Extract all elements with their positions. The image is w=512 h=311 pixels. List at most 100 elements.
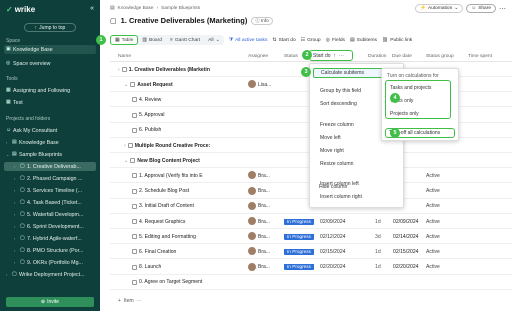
more-options-icon[interactable]: ⋯ <box>499 5 506 13</box>
space-overview-item[interactable]: ◎ Space overview <box>4 59 96 68</box>
due-date-cell[interactable]: 02/15/2024 <box>393 249 419 255</box>
chevron-right-icon[interactable]: › <box>14 236 18 241</box>
status-cell[interactable]: In Progress <box>284 264 314 271</box>
chevron-right-icon[interactable]: › <box>14 224 18 229</box>
tools-section-label[interactable]: Tools <box>6 76 18 82</box>
due-date-cell[interactable]: 02/14/2024 <box>393 234 419 240</box>
sort-descending-item[interactable]: Sort descending <box>320 101 357 107</box>
chevron-right-icon[interactable]: › <box>14 212 18 217</box>
insert-right-item[interactable]: Insert column right <box>320 194 362 200</box>
table-row[interactable]: 5. Editing and Formatting Bra... In Progre… <box>110 229 512 245</box>
avatar[interactable] <box>248 201 256 210</box>
start-date-cell[interactable]: 02/09/2024 <box>320 219 346 225</box>
tool-item-assigning[interactable]: ▦ Assigning and Following <box>4 86 96 95</box>
row-name-cell[interactable]: 6. Publish <box>118 127 236 133</box>
avatar[interactable] <box>248 217 256 225</box>
sidebar-item-services-timeline[interactable]: › ▢ 3. Services Timeline (... <box>4 186 96 195</box>
move-left-item[interactable]: Move left <box>320 135 341 141</box>
row-name-cell[interactable]: 8. Launch <box>118 264 236 270</box>
col-name[interactable]: Name <box>118 54 131 59</box>
projects-only-option[interactable]: Projects only <box>390 111 419 117</box>
sidebar-item-creative-deliverables[interactable]: › ▢ 1. Creative Deliverab... <box>4 162 96 171</box>
status-group-cell[interactable]: Active <box>426 264 440 270</box>
status-cell[interactable]: In Progress <box>284 248 314 255</box>
table-row[interactable]: 8. Launch Bra... In Progress 02/20/2024 1d 02… <box>110 260 512 275</box>
sidebar-item-ask-consultant[interactable]: ☺ Ask My Consultant <box>4 126 96 135</box>
chevron-right-icon[interactable]: › <box>118 67 120 73</box>
chevron-right-icon[interactable]: › <box>14 248 18 253</box>
hide-column-item[interactable]: Hide column <box>319 184 347 190</box>
avatar[interactable] <box>248 171 256 180</box>
tab-board[interactable]: ▥ Board <box>138 35 166 45</box>
add-item-row[interactable]: + Item ⋯ <box>118 298 142 304</box>
invite-button[interactable]: ⊕ Invite <box>6 297 94 307</box>
start-date-cell[interactable]: 02/20/2024 <box>320 264 346 270</box>
breadcrumb-item[interactable]: Knowledge Base <box>118 6 154 11</box>
table-row[interactable]: 0. Agree on Target Segment <box>110 275 512 290</box>
col-start-do-header[interactable]: Start do ↑ ⋯ <box>309 50 353 61</box>
status-cell[interactable]: In Progress <box>284 218 314 225</box>
chevron-right-icon[interactable]: › <box>6 272 10 277</box>
chevron-down-icon[interactable]: ⌄ <box>6 152 10 157</box>
sidebar-item-sample-blueprints[interactable]: ⌄ ▤ Sample Blueprints <box>4 150 96 159</box>
col-due-date[interactable]: Due date <box>392 54 412 59</box>
col-assignee[interactable]: Assignee <box>248 54 268 59</box>
chevron-down-icon[interactable]: ⌄ <box>124 158 128 164</box>
chevron-right-icon[interactable]: › <box>14 164 18 169</box>
sort-button[interactable]: ⇅ Start do <box>272 37 295 44</box>
sidebar-item-pmo[interactable]: › ▢ 8. PMO Structure (Por... <box>4 246 96 255</box>
sidebar-item-knowledge-base[interactable]: › ▤ Knowledge Base <box>4 138 96 147</box>
col-status[interactable]: Status <box>284 54 298 59</box>
automation-button[interactable]: ⚡ Automation ⌄ <box>415 4 464 13</box>
group-button[interactable]: ☷ Group <box>301 37 321 44</box>
duration-cell[interactable]: 1d <box>375 264 381 270</box>
resize-column-item[interactable]: Resize column <box>320 161 353 167</box>
start-date-cell[interactable]: 02/15/2024 <box>320 249 346 255</box>
avatar[interactable] <box>248 232 256 241</box>
row-name-cell[interactable]: 0. Agree on Target Segment <box>118 279 236 285</box>
jump-to-top-button[interactable]: ↑ Jump to top <box>24 23 76 32</box>
row-name-cell[interactable]: › 1. Creative Deliverables (Marketin <box>118 67 236 73</box>
status-group-cell[interactable]: Active <box>426 234 440 240</box>
move-right-item[interactable]: Move right <box>320 148 344 154</box>
row-name-cell[interactable]: 1. Approval (Verify fits into E <box>118 173 236 179</box>
wrike-logo[interactable]: ✓ wrike <box>6 5 35 14</box>
status-group-cell[interactable]: Active <box>426 203 440 209</box>
row-name-cell[interactable]: 4. Review <box>118 97 236 103</box>
status-group-cell[interactable]: Active <box>426 173 440 179</box>
all-views-dropdown[interactable]: All ⌄ <box>204 35 224 45</box>
tab-gantt[interactable]: ≡ Gantt Chart <box>166 35 204 45</box>
tool-item-test[interactable]: ▦ Test <box>4 98 96 107</box>
more-options-icon[interactable]: ⋯ <box>339 53 344 59</box>
table-row[interactable]: 6. Final Creation Bra... In Progress 02/15/… <box>110 244 512 260</box>
avatar[interactable] <box>248 80 256 89</box>
collapse-sidebar-icon[interactable]: « <box>90 5 94 12</box>
chevron-right-icon[interactable]: › <box>14 200 18 205</box>
sidebar-item-sprint[interactable]: › ▢ 6. Sprint Development... <box>4 222 96 231</box>
sidebar-item-phased-campaign[interactable]: › ▢ 2. Phased Campaign ... <box>4 174 96 183</box>
avatar[interactable] <box>248 247 256 256</box>
duration-cell[interactable]: 1d <box>375 219 381 225</box>
col-duration[interactable]: Duration <box>368 54 387 59</box>
status-group-cell[interactable]: Active <box>426 188 440 194</box>
due-date-cell[interactable]: 02/20/2024 <box>393 264 419 270</box>
sidebar-item-hybrid[interactable]: › ▢ 7. Hybrid Agile-waterf... <box>4 234 96 243</box>
status-cell[interactable]: In Progress <box>284 233 314 240</box>
row-name-cell[interactable]: 6. Final Creation <box>118 249 236 255</box>
duration-cell[interactable]: 3d <box>375 234 381 240</box>
page-title[interactable]: 1. Creative Deliverables (Marketing) <box>121 16 248 25</box>
table-row[interactable]: 4. Request Graphics Bra... In Progress 02/0… <box>110 214 512 229</box>
due-date-cell[interactable]: 02/09/2024 <box>393 219 419 225</box>
row-name-cell[interactable]: 3. Initial Draft of Content <box>118 203 236 209</box>
sidebar-item-task-based[interactable]: › ▢ 4. Task Based (Ticket... <box>4 198 96 207</box>
breadcrumb-item[interactable]: Sample Blueprints <box>161 6 200 11</box>
chevron-right-icon[interactable]: › <box>124 143 126 149</box>
tab-table[interactable]: ▦ Table <box>110 35 139 45</box>
space-knowledge-base[interactable]: ▣ Knowledge Base <box>4 45 96 54</box>
sidebar-item-deployment[interactable]: › ▢ Wrike Deployment Project... <box>4 270 96 279</box>
col-status-group[interactable]: Status group <box>426 54 454 59</box>
tasks-and-projects-option[interactable]: Tasks and projects <box>390 85 431 91</box>
row-name-cell[interactable]: ⌄ Asset Request <box>118 82 236 88</box>
share-button[interactable]: ☺ Share <box>466 4 496 13</box>
status-group-cell[interactable]: Active <box>426 249 440 255</box>
